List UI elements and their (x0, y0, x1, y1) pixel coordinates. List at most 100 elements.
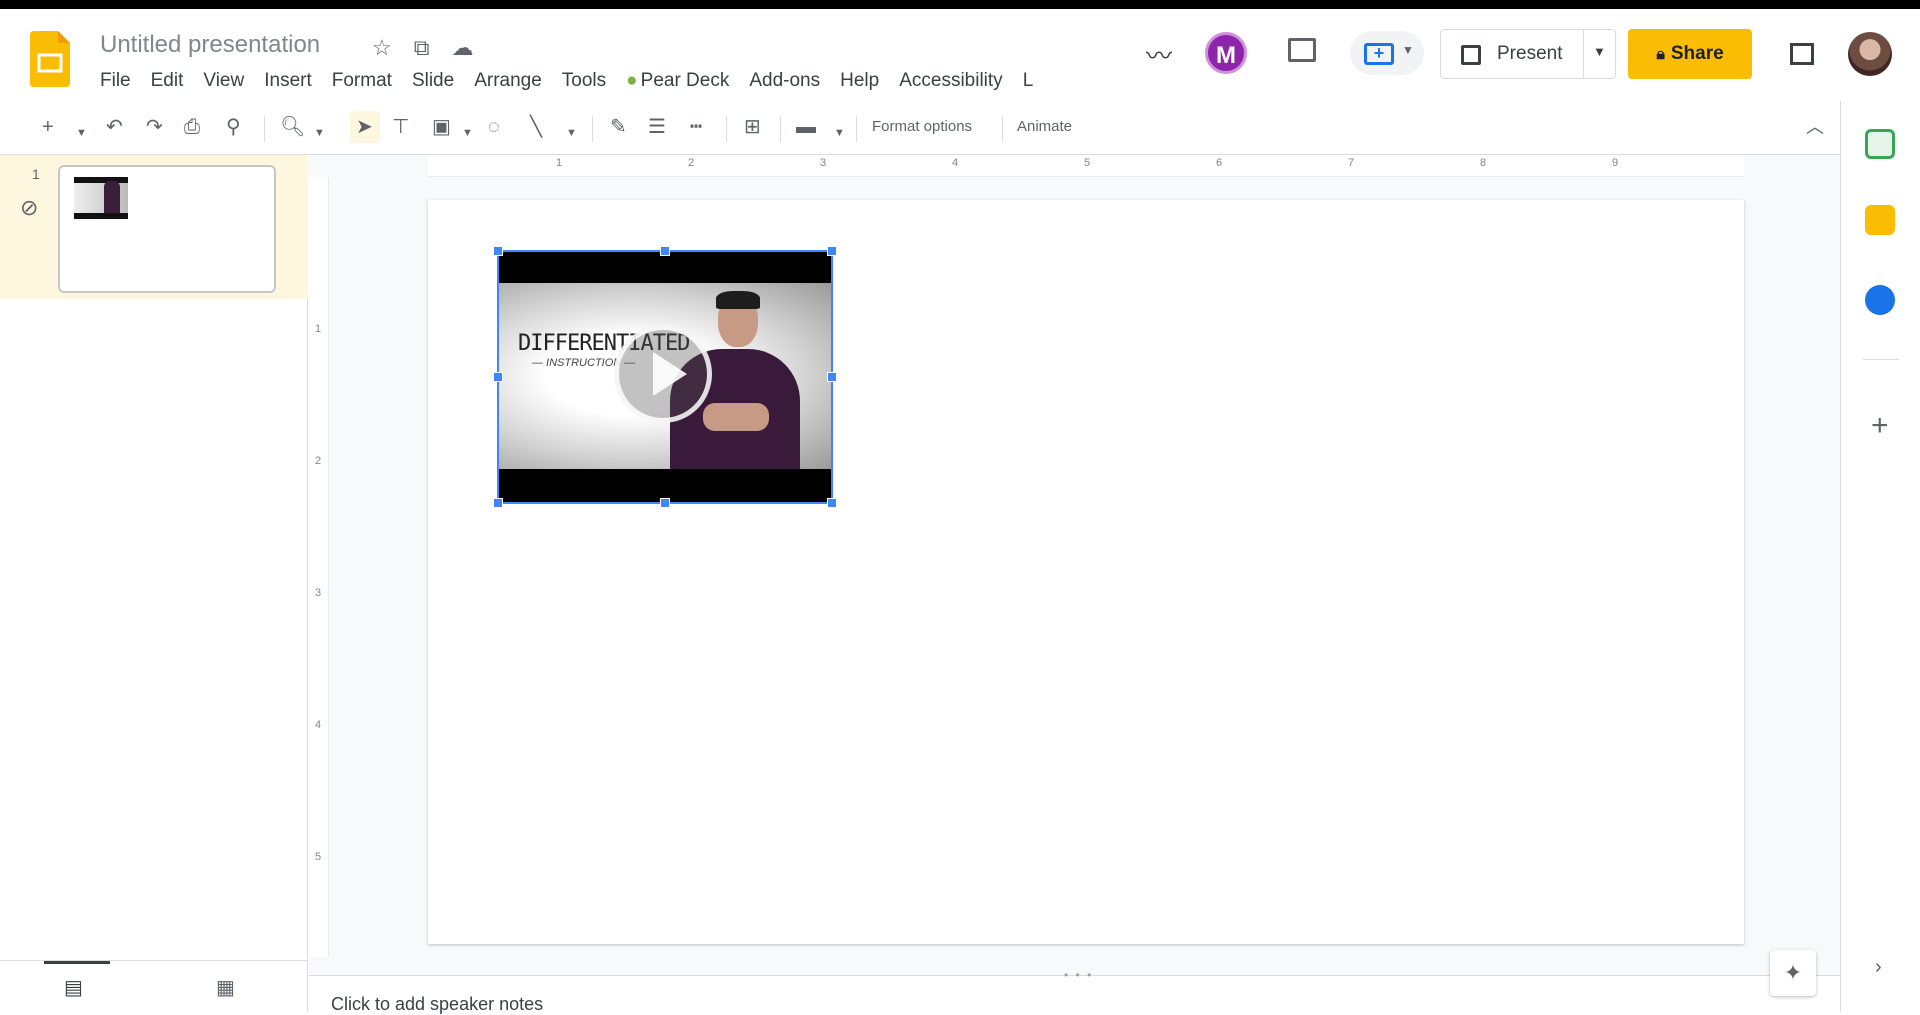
resize-handle-bottom[interactable] (660, 498, 670, 508)
resize-handle-bottom-right[interactable] (827, 498, 837, 508)
filmstrip-view-icon[interactable]: ▤ (64, 975, 83, 1000)
format-options-button[interactable]: Format options (872, 118, 972, 135)
activity-dashboard-icon[interactable]: 〰 (1146, 36, 1172, 73)
notes-resize-grip-icon[interactable]: • • • (1064, 968, 1093, 982)
menu-arrange[interactable]: Arrange (464, 67, 552, 95)
mask-chevron-icon[interactable]: ▼ (834, 121, 845, 145)
menu-help[interactable]: Help (830, 67, 889, 95)
panel-toggle-icon[interactable] (1790, 43, 1814, 65)
present-icon (1461, 45, 1481, 65)
vertical-ruler[interactable]: 1 2 3 4 5 (309, 177, 329, 957)
menu-format[interactable]: Format (322, 67, 402, 95)
undo-icon[interactable]: ↶ (106, 115, 123, 139)
present-options-chevron-icon[interactable]: ▼ (1593, 44, 1606, 59)
tasks-icon[interactable] (1865, 285, 1895, 315)
ruler-tick: 5 (1084, 157, 1091, 169)
present-button[interactable]: Present ▼ (1440, 29, 1616, 79)
link-icon: ⊘ (20, 195, 39, 220)
resize-handle-top-right[interactable] (827, 246, 837, 256)
resize-handle-right[interactable] (827, 372, 837, 382)
zoom-chevron-icon[interactable]: ▼ (314, 121, 325, 145)
resize-handle-left[interactable] (493, 372, 503, 382)
menu-view[interactable]: View (193, 67, 254, 95)
move-to-folder-icon[interactable]: ⧉ (414, 35, 430, 61)
menu-slide[interactable]: Slide (402, 67, 464, 95)
menu-edit[interactable]: Edit (141, 67, 194, 95)
shape-icon[interactable]: ◌ (488, 115, 500, 139)
line-icon[interactable]: ╲ (530, 115, 542, 139)
chevron-right-icon[interactable]: › (1875, 956, 1882, 979)
menu-file[interactable]: File (100, 67, 141, 95)
addon-avatar[interactable]: M (1205, 32, 1247, 74)
ruler-tick: 2 (688, 157, 695, 169)
selection-box (497, 250, 833, 504)
resize-handle-top-left[interactable] (493, 246, 503, 256)
user-avatar[interactable] (1848, 32, 1892, 76)
ruler-tick: 9 (1612, 157, 1619, 169)
toolbar-divider (780, 116, 781, 142)
lock-icon: 🔒︎ (1656, 46, 1665, 63)
title-icons: ☆ ⧉ ☁ (372, 35, 473, 61)
star-icon[interactable]: ☆ (372, 35, 392, 61)
screen-top-bar (0, 0, 1920, 9)
border-weight-icon[interactable]: ☰ (648, 115, 666, 139)
filmstrip-item-1[interactable]: 1 ⊘ (0, 155, 308, 299)
print-icon[interactable]: ⎙ (184, 115, 200, 139)
meet-icon: + (1364, 43, 1394, 65)
menu-pear-deck[interactable]: ● Pear Deck (616, 67, 739, 95)
collapse-toolbar-icon[interactable]: ︿ (1806, 115, 1824, 139)
share-button[interactable]: 🔒︎ Share (1628, 29, 1752, 79)
comment-add-icon[interactable]: ⊞ (744, 115, 761, 139)
last-edit-indicator[interactable]: L (1013, 67, 1044, 95)
calendar-icon[interactable] (1865, 129, 1895, 159)
side-panel-rail: + › (1840, 101, 1920, 1012)
ruler-tick: 1 (556, 157, 563, 169)
slide-thumbnail[interactable] (58, 165, 276, 293)
resize-handle-top[interactable] (660, 246, 670, 256)
ruler-tick: 7 (1348, 157, 1355, 169)
comments-icon[interactable] (1288, 38, 1316, 62)
document-title[interactable]: Untitled presentation (100, 31, 320, 59)
add-ons-plus-icon[interactable]: + (1871, 409, 1889, 443)
image-chevron-icon[interactable]: ▼ (462, 121, 473, 145)
menu-accessibility[interactable]: Accessibility (889, 67, 1012, 95)
ruler-tick: 3 (315, 587, 322, 599)
new-slide-chevron-icon[interactable]: ▼ (76, 121, 87, 145)
present-divider (1583, 30, 1584, 78)
cloud-saved-icon[interactable]: ☁ (451, 35, 473, 61)
speaker-notes[interactable]: • • • Click to add speaker notes (309, 968, 1840, 1014)
resize-handle-bottom-left[interactable] (493, 498, 503, 508)
toolbar-divider (592, 116, 593, 142)
menu-pear-deck-label: Pear Deck (640, 70, 730, 91)
ruler-tick: 5 (315, 851, 322, 863)
ruler-tick: 2 (315, 455, 322, 467)
image-icon[interactable]: ▣ (432, 115, 451, 139)
meet-button[interactable]: + ▼ (1350, 31, 1424, 75)
horizontal-ruler[interactable]: 1 2 3 4 5 6 7 8 9 (428, 155, 1744, 177)
grid-view-icon[interactable]: ▦ (216, 975, 235, 1000)
thumbnail-person (104, 181, 120, 213)
select-icon[interactable]: ➤ (356, 115, 373, 139)
menu-add-ons[interactable]: Add-ons (739, 67, 830, 95)
filmstrip-view-switcher: ▤ ▦ (0, 960, 308, 1012)
line-chevron-icon[interactable]: ▼ (566, 121, 577, 145)
toolbar-divider (856, 116, 857, 142)
menu-insert[interactable]: Insert (254, 67, 322, 95)
paint-format-icon[interactable]: ⚲ (226, 115, 241, 139)
explore-button[interactable]: ✦ (1770, 950, 1816, 996)
slides-logo-icon[interactable] (30, 31, 70, 87)
rail-divider (1863, 359, 1899, 360)
ruler-tick: 6 (1216, 157, 1223, 169)
text-box-icon[interactable]: ⊤ (392, 115, 409, 139)
keep-icon[interactable] (1865, 205, 1895, 235)
redo-icon[interactable]: ↷ (146, 115, 163, 139)
zoom-icon[interactable]: 🔍︎ (280, 115, 305, 139)
new-slide-icon[interactable]: + (42, 115, 54, 139)
filmstrip: 1 ⊘ (0, 155, 308, 960)
border-color-icon[interactable]: ✎ (610, 115, 627, 139)
menu-tools[interactable]: Tools (552, 67, 616, 95)
toolbar-divider (264, 116, 265, 142)
mask-image-icon[interactable]: ▬ (796, 115, 816, 139)
border-dash-icon[interactable]: ┅ (690, 115, 702, 139)
animate-button[interactable]: Animate (1017, 118, 1072, 135)
